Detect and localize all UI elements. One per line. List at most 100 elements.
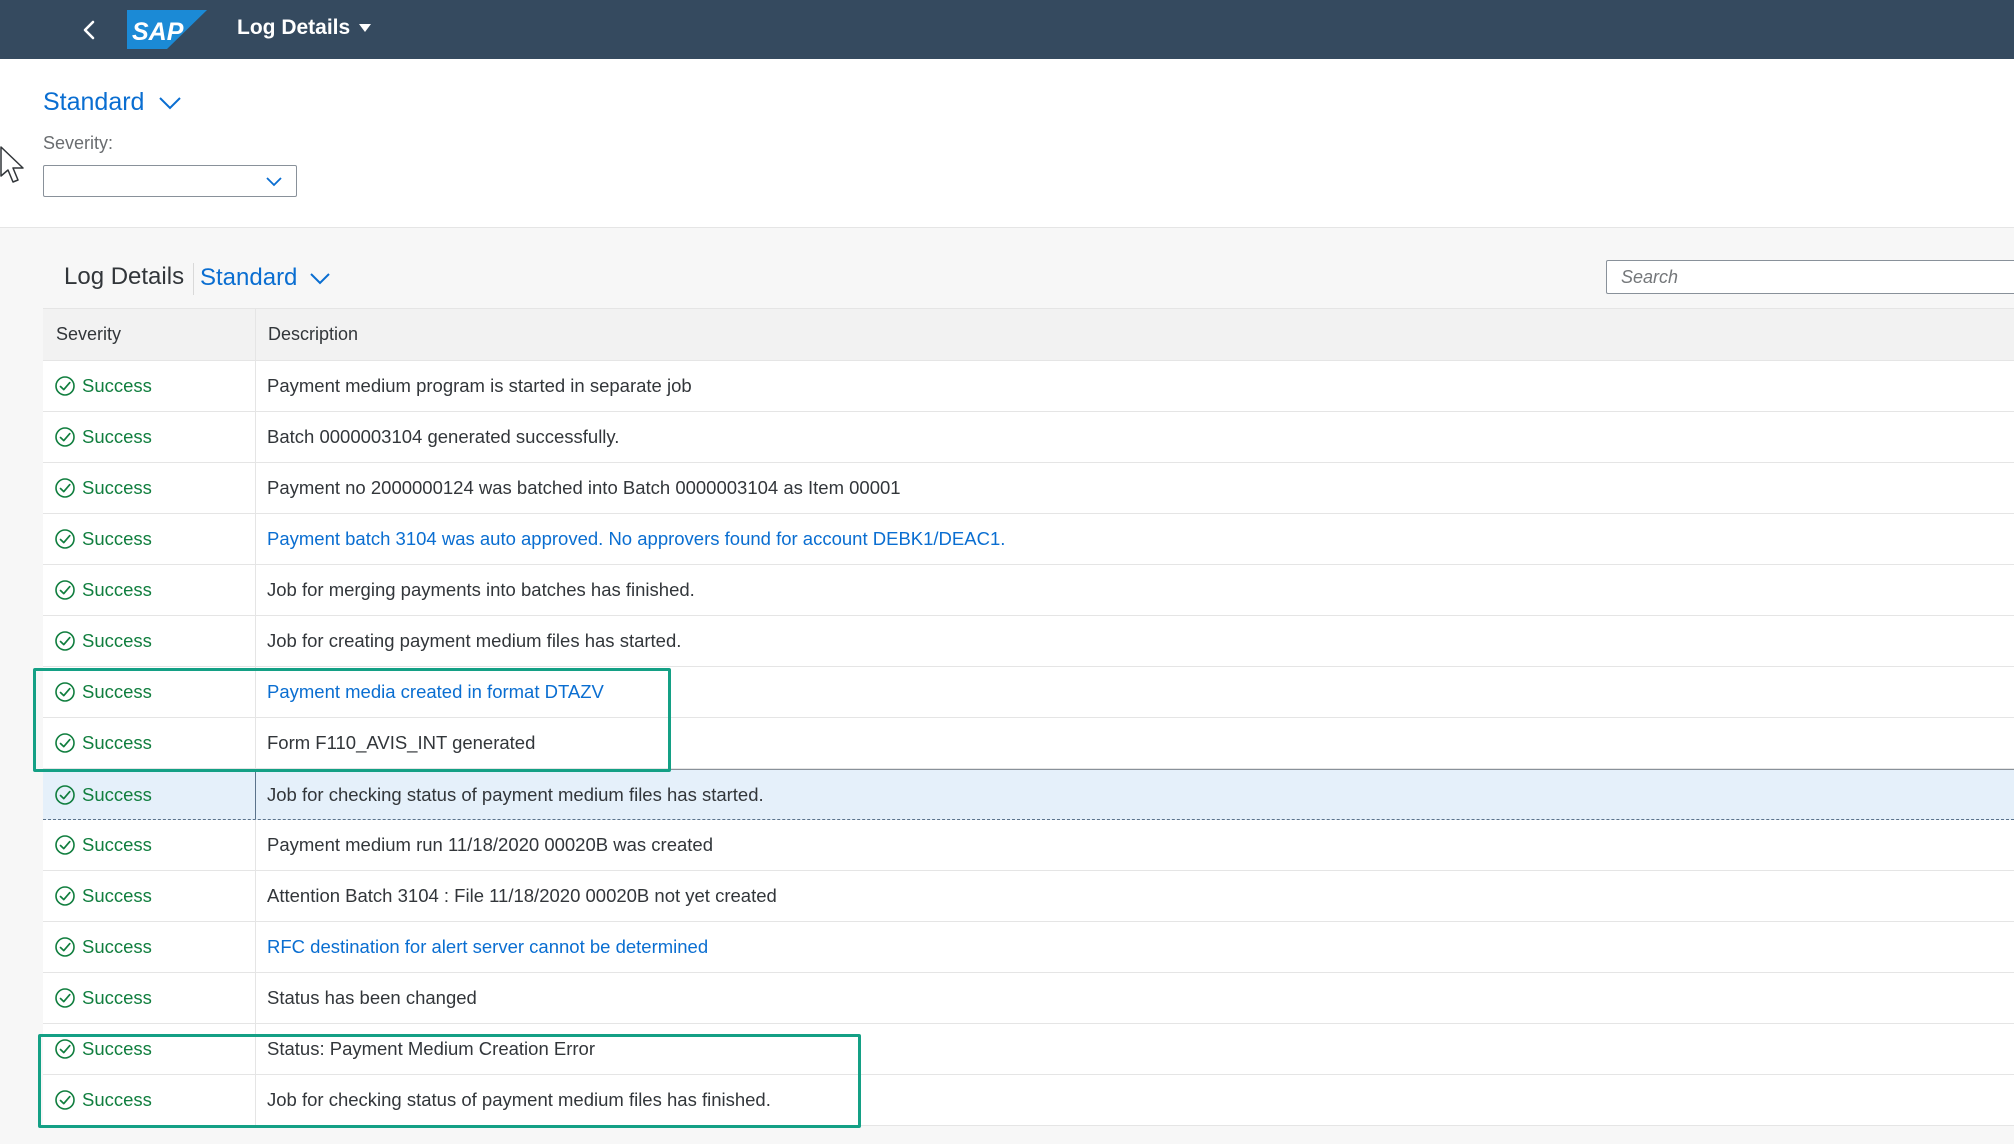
table-row[interactable]: Success Payment medium program is started… xyxy=(43,361,2014,412)
description-text: Attention Batch 3104 : File 11/18/2020 0… xyxy=(267,885,777,906)
severity-text: Success xyxy=(82,1089,152,1110)
table-row[interactable]: Success Job for creating payment medium f… xyxy=(43,616,2014,667)
description-cell: Status: Payment Medium Creation Error xyxy=(256,1024,2014,1074)
severity-cell: Success xyxy=(43,973,256,1023)
table-row[interactable]: Success Payment no 2000000124 was batched… xyxy=(43,463,2014,514)
severity-cell: Success xyxy=(43,770,256,819)
table-row[interactable]: Success Payment medium run 11/18/2020 000… xyxy=(43,820,2014,871)
severity-cell: Success xyxy=(43,820,256,870)
search-input[interactable] xyxy=(1606,260,2014,294)
table-row[interactable]: Success RFC destination for alert server … xyxy=(43,922,2014,973)
description-text: Batch 0000003104 generated successfully. xyxy=(267,426,620,447)
table-row[interactable]: Success Form F110_AVIS_INT generated xyxy=(43,718,2014,769)
description-text[interactable]: RFC destination for alert server cannot … xyxy=(267,936,708,958)
mouse-pointer-icon xyxy=(0,146,24,183)
severity-select[interactable] xyxy=(43,165,297,197)
table-row[interactable]: Success Payment batch 3104 was auto appro… xyxy=(43,514,2014,565)
sap-logo[interactable]: SAP xyxy=(127,10,207,49)
chevron-left-icon xyxy=(83,20,95,40)
severity-text: Success xyxy=(82,783,152,805)
description-cell: Job for creating payment medium files ha… xyxy=(256,616,2014,666)
description-text[interactable]: Payment media created in format DTAZV xyxy=(267,681,604,703)
severity-cell: Success xyxy=(43,667,256,717)
severity-text: Success xyxy=(82,528,152,549)
description-cell: Form F110_AVIS_INT generated xyxy=(256,718,2014,768)
toolbar-divider xyxy=(193,263,194,295)
severity-text: Success xyxy=(82,426,152,447)
table-row[interactable]: Success Attention Batch 3104 : File 11/18… xyxy=(43,871,2014,922)
description-cell: Attention Batch 3104 : File 11/18/2020 0… xyxy=(256,871,2014,921)
severity-text: Success xyxy=(82,477,152,498)
chevron-down-icon xyxy=(159,96,182,109)
success-icon xyxy=(55,1039,75,1059)
success-icon xyxy=(55,427,75,447)
table-body: Success Payment medium program is started… xyxy=(43,361,2014,1126)
app-title-menu[interactable]: Log Details xyxy=(237,16,372,40)
table-row[interactable]: Success Job for merging payments into bat… xyxy=(43,565,2014,616)
description-text[interactable]: Payment batch 3104 was auto approved. No… xyxy=(267,528,1005,550)
success-icon xyxy=(55,886,75,906)
success-icon xyxy=(55,529,75,549)
success-icon xyxy=(55,835,75,855)
severity-cell: Success xyxy=(43,361,256,411)
caret-down-icon xyxy=(359,24,372,32)
success-icon xyxy=(55,580,75,600)
table-header: Severity Description xyxy=(43,308,2014,361)
description-text: Payment no 2000000124 was batched into B… xyxy=(267,477,901,498)
app-title: Log Details xyxy=(237,16,351,39)
severity-cell: Success xyxy=(43,871,256,921)
severity-cell: Success xyxy=(43,463,256,513)
column-header-severity[interactable]: Severity xyxy=(43,309,256,360)
logo-text: SAP xyxy=(132,18,184,46)
table-row[interactable]: Success Payment media created in format D… xyxy=(43,667,2014,718)
description-text: Job for merging payments into batches ha… xyxy=(267,579,695,600)
chevron-down-icon xyxy=(266,177,282,187)
description-cell: Batch 0000003104 generated successfully. xyxy=(256,412,2014,462)
description-cell[interactable]: RFC destination for alert server cannot … xyxy=(256,922,2014,972)
severity-cell: Success xyxy=(43,1024,256,1074)
chevron-down-icon xyxy=(310,272,331,284)
severity-text: Success xyxy=(82,375,152,396)
description-cell: Payment medium run 11/18/2020 00020B was… xyxy=(256,820,2014,870)
severity-text: Success xyxy=(82,987,152,1008)
table-row[interactable]: Success Job for checking status of paymen… xyxy=(43,1075,2014,1126)
description-cell: Job for checking status of payment mediu… xyxy=(256,1075,2014,1125)
description-text: Job for checking status of payment mediu… xyxy=(267,1089,771,1110)
severity-label: Severity: xyxy=(43,133,114,153)
description-text: Status: Payment Medium Creation Error xyxy=(267,1038,595,1059)
log-table: Severity Description Success Payment medi… xyxy=(43,308,2014,1126)
table-title: Log Details xyxy=(64,263,185,290)
description-cell[interactable]: Payment media created in format DTAZV xyxy=(256,667,2014,717)
table-row[interactable]: Success Status: Payment Medium Creation E… xyxy=(43,1024,2014,1075)
severity-cell: Success xyxy=(43,718,256,768)
success-icon xyxy=(55,631,75,651)
severity-text: Success xyxy=(82,630,152,651)
success-icon xyxy=(55,937,75,957)
table-variant-selector[interactable]: Standard xyxy=(200,264,331,292)
description-cell: Payment no 2000000124 was batched into B… xyxy=(256,463,2014,513)
severity-text: Success xyxy=(82,834,152,855)
success-icon xyxy=(55,376,75,396)
description-text: Payment medium run 11/18/2020 00020B was… xyxy=(267,834,713,855)
table-variant-label: Standard xyxy=(200,264,298,291)
success-icon xyxy=(55,988,75,1008)
column-header-description[interactable]: Description xyxy=(256,309,2014,360)
table-row[interactable]: Success Batch 0000003104 generated succes… xyxy=(43,412,2014,463)
severity-cell: Success xyxy=(43,616,256,666)
variant-selector[interactable]: Standard xyxy=(43,88,182,117)
variant-label: Standard xyxy=(43,88,145,116)
severity-cell: Success xyxy=(43,412,256,462)
back-button[interactable] xyxy=(72,15,108,45)
success-icon xyxy=(55,682,75,702)
table-row[interactable]: Success Status has been changed xyxy=(43,973,2014,1024)
table-row[interactable]: Success Job for checking status of paymen… xyxy=(43,769,2014,820)
description-cell[interactable]: Payment batch 3104 was auto approved. No… xyxy=(256,514,2014,564)
description-text: Payment medium program is started in sep… xyxy=(267,375,692,396)
success-icon xyxy=(55,733,75,753)
success-icon xyxy=(55,478,75,498)
severity-text: Success xyxy=(82,681,152,702)
severity-cell: Success xyxy=(43,1075,256,1125)
severity-cell: Success xyxy=(43,565,256,615)
description-cell: Payment medium program is started in sep… xyxy=(256,361,2014,411)
severity-text: Success xyxy=(82,732,152,753)
